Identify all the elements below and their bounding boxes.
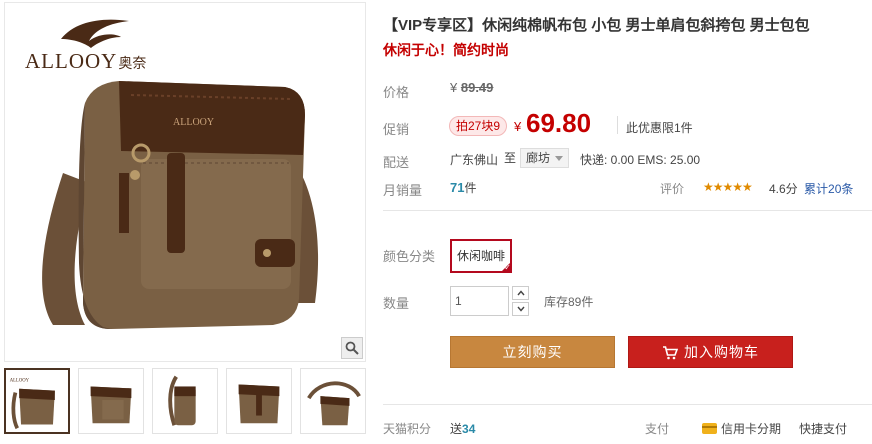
quantity-label: 数量 — [383, 296, 410, 311]
color-label: 颜色分类 — [383, 249, 436, 264]
promo-currency: ¥ — [514, 119, 522, 134]
product-info-panel: 【VIP专享区】休闲纯棉帆布包 小包 男士单肩包斜挎包 男士包包 休闲于心！简约… — [383, 0, 872, 444]
section-divider — [383, 404, 872, 405]
buy-now-button[interactable]: 立刻购买 — [450, 336, 615, 368]
svg-text:ALLOOY: ALLOOY — [173, 117, 214, 128]
shipping-fees: 快递: 0.00 EMS: 25.00 — [580, 153, 701, 167]
thumbnail-strip: ALLOOY — [4, 368, 366, 438]
monthly-sales-count: 71件 — [450, 180, 477, 195]
destination-select[interactable]: 廊坊 — [520, 148, 570, 168]
thumbnail-image — [168, 375, 196, 426]
ship-from: 广东佛山 — [450, 153, 499, 167]
main-product-image[interactable]: ALLOOY奥奈 ALLOOY — [4, 2, 366, 362]
color-option-selected[interactable]: 休闲咖啡 ✓ — [450, 239, 512, 273]
zoom-button[interactable] — [341, 337, 363, 359]
credit-card-icon — [702, 423, 717, 434]
product-title: 【VIP专享区】休闲纯棉帆布包 小包 男士单肩包斜挎包 男士包包 — [383, 17, 810, 34]
svg-text:ALLOOY: ALLOOY — [10, 378, 30, 383]
promo-tag-badge: 拍27块9 — [449, 116, 508, 136]
thumbnail-image: ALLOOY — [10, 378, 55, 430]
destination-value: 廊坊 — [526, 151, 551, 165]
thumbnail-image — [307, 381, 361, 426]
original-price: ¥ 89.49 — [450, 80, 494, 95]
quantity-increase-button[interactable] — [512, 286, 529, 300]
promo-label: 促销 — [383, 122, 410, 137]
credit-card-installment-option[interactable]: 信用卡分期 — [702, 420, 781, 437]
rating-score: 4.6分 — [769, 182, 798, 196]
tmall-points-value: 送34 — [450, 422, 476, 436]
rating-stars: ★★★★★ — [703, 180, 753, 194]
promo-limit-note: 此优惠限1件 — [626, 121, 693, 135]
review-count-link[interactable]: 累计20条 — [804, 180, 853, 197]
promo-price: 69.80 — [526, 108, 592, 138]
product-gallery: ALLOOY奥奈 ALLOOY ALLOOY — [0, 0, 368, 444]
thumbnail-2[interactable] — [78, 368, 144, 434]
add-to-cart-button[interactable]: 加入购物车 — [628, 336, 793, 368]
quantity-decrease-button[interactable] — [512, 302, 529, 316]
chevron-up-icon — [516, 290, 525, 296]
color-option-text: 休闲咖啡 — [456, 249, 505, 263]
payment-label: 支付 — [645, 422, 670, 436]
thumbnail-image — [238, 384, 280, 424]
quick-pay-option[interactable]: 快捷支付 — [799, 420, 847, 437]
active-thumbnail-pointer — [30, 368, 42, 369]
bag-photo: ALLOOY — [42, 81, 319, 329]
brand-swoosh-icon — [61, 19, 129, 48]
quantity-input[interactable] — [450, 286, 509, 316]
monthly-sales-label: 月销量 — [383, 183, 423, 198]
product-subtitle: 休闲于心！简约时尚 — [383, 42, 509, 58]
cart-icon — [663, 346, 679, 360]
thumbnail-3[interactable] — [152, 368, 218, 434]
thumbnail-5[interactable] — [300, 368, 366, 434]
thumbnail-1[interactable]: ALLOOY — [4, 368, 70, 434]
rating-label: 评价 — [660, 182, 685, 196]
tmall-points-label: 天猫积分 — [383, 422, 432, 436]
section-divider — [383, 210, 872, 211]
price-label: 价格 — [383, 85, 410, 100]
chevron-down-icon — [516, 306, 525, 312]
shipping-label: 配送 — [383, 155, 410, 170]
stock-count: 库存89件 — [544, 295, 594, 309]
thumbnail-4[interactable] — [226, 368, 292, 434]
selected-check-icon: ✓ — [501, 262, 511, 272]
thumbnail-image — [90, 386, 132, 424]
caret-down-icon — [555, 156, 564, 161]
ship-to-word: 至 — [504, 151, 517, 165]
add-to-cart-label: 加入购物车 — [684, 344, 759, 360]
magnifier-icon — [345, 341, 359, 355]
price-separator — [617, 116, 618, 134]
